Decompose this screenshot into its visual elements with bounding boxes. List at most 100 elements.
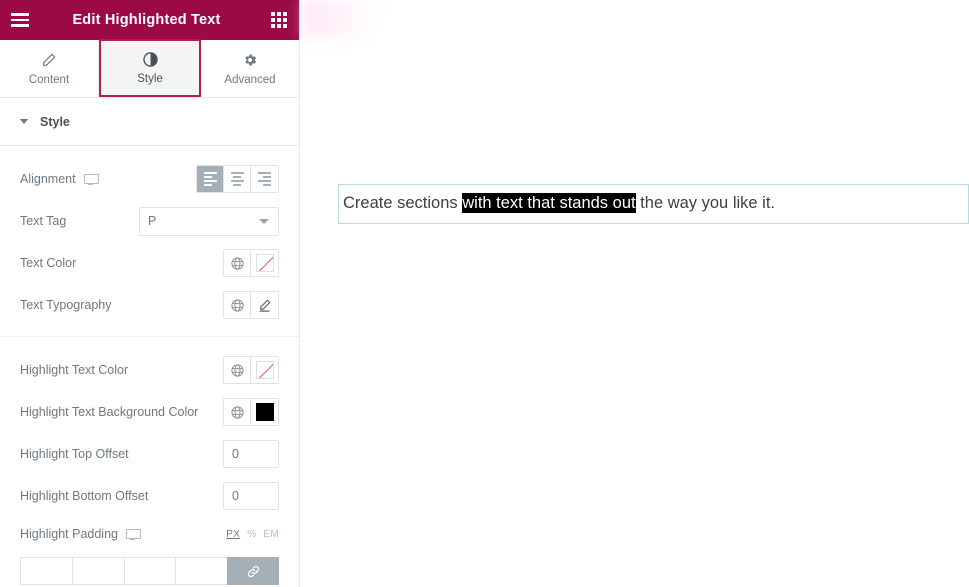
panel-header: Edit Highlighted Text	[0, 0, 299, 40]
unit-em-button[interactable]: EM	[263, 529, 279, 540]
gear-icon	[242, 52, 258, 69]
desktop-icon[interactable]	[126, 528, 141, 540]
unit-px-button[interactable]: PX	[226, 529, 240, 540]
text-typography-controls	[223, 291, 279, 319]
control-label-alignment: Alignment	[20, 172, 196, 186]
highlighted-text-widget[interactable]: Create sections with text that stands ou…	[338, 184, 969, 224]
globe-icon	[230, 298, 244, 312]
control-row-text-typography: Text Typography	[20, 284, 279, 326]
text-color-global-button[interactable]	[224, 250, 251, 276]
highlight-padding-fields: TOP RIGHT BOTTOM LEFT	[20, 557, 279, 587]
section-header-style[interactable]: Style	[0, 98, 299, 146]
control-row-text-color: Text Color	[20, 242, 279, 284]
typography-edit-button[interactable]	[251, 292, 278, 318]
section-title: Style	[40, 114, 70, 129]
highlight-text-color-controls	[223, 356, 279, 384]
text-after-highlight: the way you like it.	[635, 194, 775, 212]
control-row-alignment: Alignment	[20, 158, 279, 200]
tab-advanced[interactable]: Advanced	[201, 40, 299, 97]
highlight-bottom-offset-input[interactable]	[223, 482, 279, 510]
tab-style-label: Style	[137, 73, 163, 85]
align-center-icon	[230, 172, 244, 186]
align-right-icon	[258, 172, 271, 186]
no-color-swatch-icon	[255, 361, 274, 379]
apps-grid-icon[interactable]	[259, 0, 299, 40]
pencil-icon	[259, 299, 271, 312]
padding-left-input[interactable]	[175, 557, 227, 585]
desktop-icon[interactable]	[83, 173, 99, 185]
padding-right-input[interactable]	[71, 557, 124, 585]
chevron-down-icon	[259, 219, 269, 224]
editor-sidebar-panel: Edit Highlighted Text Content Style Adva…	[0, 0, 300, 587]
editor-root: Edit Highlighted Text Content Style Adva…	[0, 0, 969, 587]
text-color-swatch-button[interactable]	[251, 250, 278, 276]
padding-bottom-cell: BOTTOM	[123, 557, 176, 587]
tab-style[interactable]: Style	[99, 39, 201, 97]
highlight-text-color-label-text: Highlight Text Color	[20, 363, 129, 377]
control-group-text: Alignment Text Tag P Text Color Text Typ…	[0, 146, 299, 336]
highlight-padding-label-text: Highlight Padding	[20, 527, 118, 541]
link-chain-icon	[247, 565, 259, 577]
alignment-button-group	[196, 165, 279, 193]
text-typography-label-text: Text Typography	[20, 298, 112, 312]
control-label-highlight-bottom-offset: Highlight Bottom Offset	[20, 489, 223, 503]
text-tag-select[interactable]: P	[139, 206, 279, 236]
globe-icon	[230, 256, 244, 270]
highlighted-text-span: with text that stands out	[462, 193, 636, 213]
alignment-label-text: Alignment	[20, 172, 76, 186]
highlight-top-offset-input[interactable]	[223, 440, 279, 468]
highlight-bottom-offset-label-text: Highlight Bottom Offset	[20, 489, 149, 503]
control-label-highlight-padding: Highlight Padding	[20, 527, 226, 541]
text-color-controls	[223, 249, 279, 277]
align-left-icon	[203, 172, 217, 186]
align-right-button[interactable]	[251, 166, 278, 192]
control-label-text-tag: Text Tag	[20, 214, 139, 228]
align-center-button[interactable]	[224, 166, 251, 192]
typography-global-button[interactable]	[224, 292, 251, 318]
globe-icon	[230, 405, 244, 419]
highlight-bg-color-label-text: Highlight Text Background Color	[20, 405, 199, 419]
padding-top-input[interactable]	[20, 557, 72, 585]
control-row-highlight-bottom-offset: Highlight Bottom Offset	[20, 475, 279, 517]
contrast-half-circle-icon	[142, 51, 159, 68]
text-before-highlight: Create sections	[343, 194, 463, 212]
highlight-padding-unit-switcher: PX % EM	[226, 529, 279, 540]
text-tag-value: P	[148, 214, 157, 228]
tab-content-label: Content	[28, 73, 70, 86]
control-label-highlight-bg-color: Highlight Text Background Color	[20, 405, 223, 419]
canvas-artifact	[302, 0, 412, 38]
highlight-text-color-global-button[interactable]	[224, 357, 251, 383]
control-label-highlight-top-offset: Highlight Top Offset	[20, 447, 223, 461]
padding-bottom-input[interactable]	[123, 557, 176, 585]
highlight-text-color-swatch-button[interactable]	[251, 357, 278, 383]
highlight-bg-color-global-button[interactable]	[224, 399, 251, 425]
control-row-highlight-top-offset: Highlight Top Offset	[20, 433, 279, 475]
panel-title: Edit Highlighted Text	[72, 12, 221, 28]
highlight-bg-color-swatch-button[interactable]	[251, 399, 278, 425]
editor-canvas: Create sections with text that stands ou…	[300, 0, 969, 587]
control-row-text-tag: Text Tag P	[20, 200, 279, 242]
tab-advanced-label: Advanced	[224, 73, 276, 86]
globe-icon	[230, 363, 244, 377]
panel-tabs: Content Style Advanced	[0, 39, 299, 98]
no-color-swatch-icon	[255, 254, 274, 272]
padding-link-values-button[interactable]	[227, 557, 279, 585]
tab-content[interactable]: Content	[0, 40, 99, 97]
highlight-top-offset-label-text: Highlight Top Offset	[20, 447, 129, 461]
text-color-label-text: Text Color	[20, 256, 77, 270]
widget-paragraph: Create sections with text that stands ou…	[343, 193, 964, 214]
control-row-highlight-bg-color: Highlight Text Background Color	[20, 391, 279, 433]
control-row-highlight-text-color: Highlight Text Color	[20, 349, 279, 391]
unit-percent-button[interactable]: %	[247, 529, 256, 540]
padding-top-cell: TOP	[20, 557, 72, 587]
caret-down-icon	[20, 119, 28, 124]
align-left-button[interactable]	[197, 166, 224, 192]
pencil-icon	[41, 52, 57, 69]
control-row-highlight-padding: Highlight Padding PX % EM	[20, 517, 279, 551]
control-label-text-color: Text Color	[20, 256, 223, 270]
black-color-swatch-icon	[255, 403, 274, 421]
control-label-text-typography: Text Typography	[20, 298, 223, 312]
padding-right-cell: RIGHT	[71, 557, 124, 587]
highlight-bg-color-controls	[223, 398, 279, 426]
padding-left-cell: LEFT	[175, 557, 227, 587]
